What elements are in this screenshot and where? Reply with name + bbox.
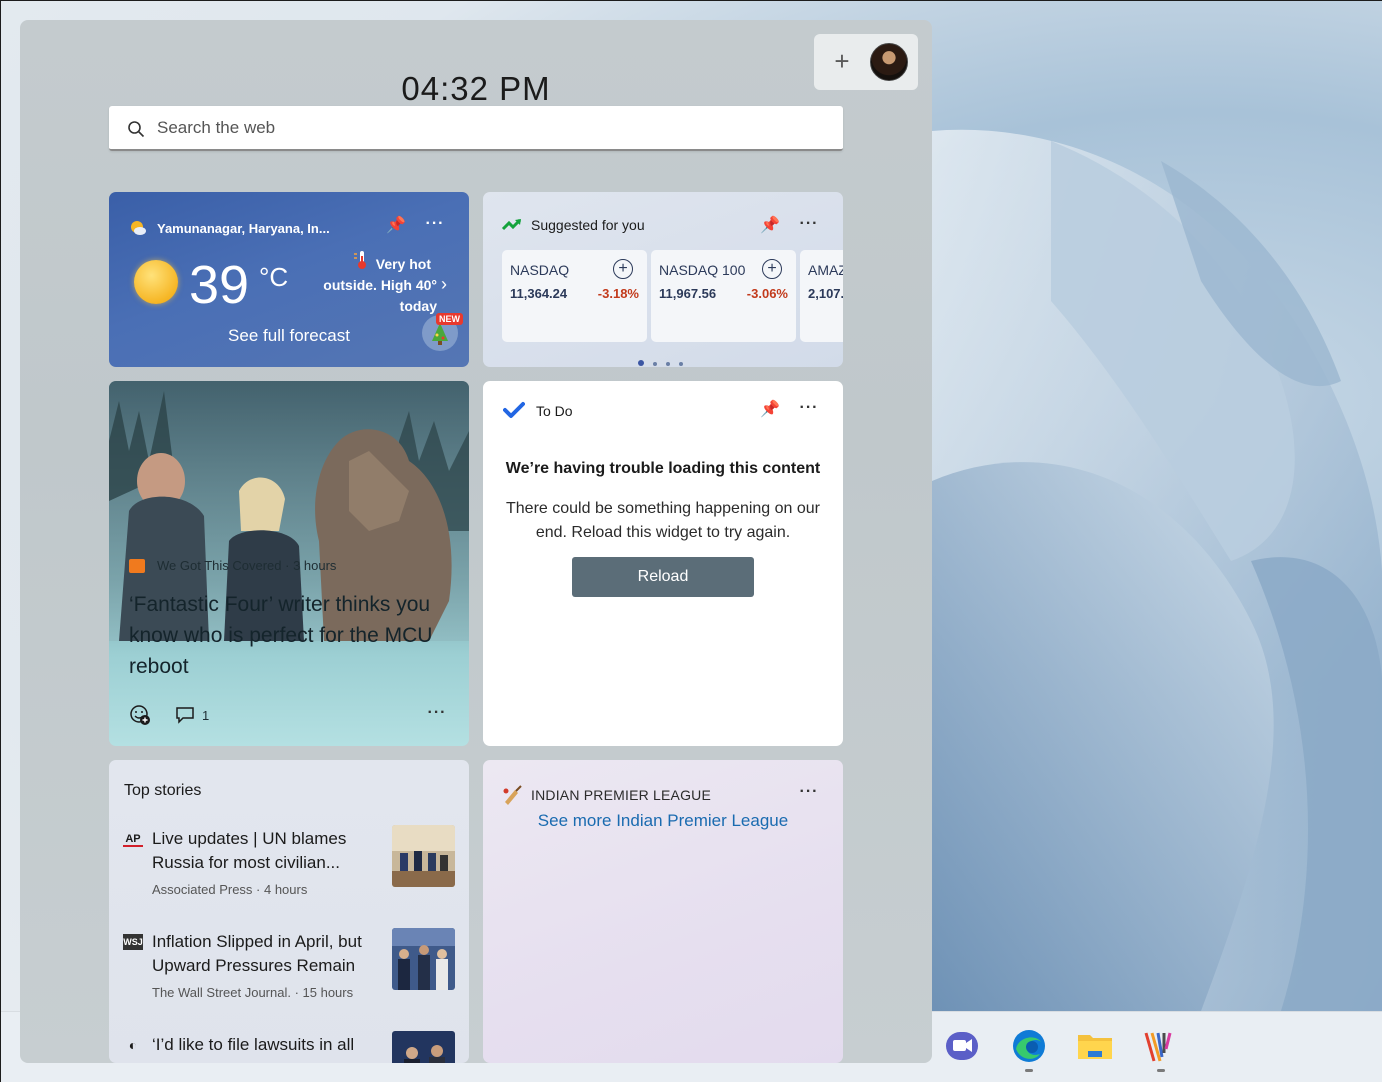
chevron-right-icon[interactable]: › [441,274,447,295]
page-dot[interactable] [666,362,670,366]
cricket-bat-icon [503,785,522,805]
weather-desc-line1: Very hot [375,256,431,272]
story-thumbnail[interactable] [392,928,455,990]
stock-value: 11,364.24 [510,286,568,301]
comment-count: 1 [202,708,210,723]
temperature-unit: °C [259,262,289,292]
stock-value: 11,967.56 [659,286,717,301]
pin-icon[interactable]: 📌 [760,400,780,420]
list-item[interactable]: ◐ ‘I’d like to file lawsuits in all [109,1031,469,1063]
stocks-widget[interactable]: Suggested for you 📌 ··· NASDAQ + 11,364.… [483,192,843,367]
add-widget-button[interactable]: + [828,48,856,76]
temperature: 39 [189,255,250,315]
ipl-title: INDIAN PREMIER LEAGUE [531,787,712,803]
teams-chat-icon[interactable] [943,1027,981,1065]
see-full-forecast-link[interactable]: See full forecast [109,326,469,346]
taskbar-running-indicator [1157,1069,1165,1072]
story-meta: Associated Press · 4 hours [152,882,308,897]
clock: 04:32 PM [401,70,551,107]
stock-tile[interactable]: AMAZ 2,107. [800,250,843,342]
weather-description: Very hot outside. High 40° today [309,254,437,317]
weather-widget[interactable]: Yamunanagar, Haryana, In... 📌 ··· 39 °C … [109,192,469,367]
top-stories-title: Top stories [124,782,202,799]
wsj-logo-icon: WSJ [123,934,143,950]
pin-icon[interactable]: 📌 [386,216,406,236]
story-meta: The Wall Street Journal. · 15 hours [152,985,354,1000]
stock-name: AMAZ [808,262,843,278]
list-item[interactable]: AP Live updates | UN blames Russia for m… [109,825,469,927]
more-options-button[interactable]: ··· [427,703,447,723]
publisher-logo-icon: ◐ [128,1037,138,1053]
news-headline[interactable]: ‘Fantastic Four’ writer thinks you know … [129,589,459,682]
widgets-panel: 04:32 PM + Yamunanagar, Haryana, In... 📌… [20,20,932,1063]
search-icon [128,121,145,138]
weather-desc-line3: today [399,298,437,314]
new-badge: NEW [436,313,463,325]
list-item[interactable]: WSJ Inflation Slipped in April, but Upwa… [109,928,469,1030]
more-options-button[interactable]: ··· [425,214,445,234]
comment-icon[interactable] [175,706,195,724]
stock-tile[interactable]: NASDAQ + 11,364.24 -3.18% [502,250,647,342]
page-dot[interactable] [679,362,683,366]
error-heading: We’re having trouble loading this conten… [505,460,821,477]
publisher-logo [129,559,145,573]
file-explorer-icon[interactable] [1076,1027,1114,1065]
more-options-button[interactable]: ··· [799,782,819,802]
stock-change: -3.18% [597,286,639,301]
app-launcher-icon[interactable] [1142,1027,1180,1065]
ap-logo-icon: AP [123,831,143,847]
search-input[interactable] [157,114,817,142]
taskbar-running-indicator [1025,1069,1033,1072]
todo-title: To Do [536,403,573,419]
partly-sunny-icon [131,221,146,235]
add-stock-icon[interactable]: + [762,259,782,279]
see-more-ipl-link[interactable]: See more Indian Premier League [483,811,843,831]
more-options-button[interactable]: ··· [799,214,819,234]
cricket-widget[interactable]: INDIAN PREMIER LEAGUE ··· See more India… [483,760,843,1063]
error-message: There could be something happening on ou… [506,500,820,541]
todo-widget[interactable]: To Do 📌 ··· We’re having trouble loading… [483,381,843,746]
todo-check-icon [503,402,525,418]
page-dot-active[interactable] [638,360,644,366]
more-options-button[interactable]: ··· [799,398,819,418]
stock-name: NASDAQ 100 [659,262,746,278]
add-stock-icon[interactable]: + [613,259,633,279]
reload-button[interactable]: Reload [572,557,754,597]
story-title[interactable]: ‘I’d like to file lawsuits in all [152,1033,382,1057]
news-widget[interactable]: We Got This Covered · 3 hours ‘Fantastic… [109,381,469,746]
news-source: We Got This Covered · 3 hours [157,558,337,573]
story-thumbnail[interactable] [392,1031,455,1063]
sunny-icon [134,260,178,304]
edge-browser-icon[interactable] [1010,1027,1048,1065]
story-title[interactable]: Live updates | UN blames Russia for most… [152,827,382,875]
stocks-trend-icon [501,218,522,231]
add-reaction-icon[interactable] [129,704,151,726]
story-thumbnail[interactable] [392,825,455,887]
stocks-title: Suggested for you [531,217,645,233]
weather-desc-line2: outside. High 40° [323,277,437,293]
stock-value: 2,107. [808,286,843,301]
weather-location: Yamunanagar, Haryana, In... [157,221,330,236]
avatar[interactable] [870,43,908,81]
stock-tile[interactable]: NASDAQ 100 + 11,967.56 -3.06% [651,250,796,342]
stock-name: NASDAQ [510,262,570,278]
top-stories-widget[interactable]: Top stories AP Live updates | UN blames … [109,760,469,1063]
page-dot[interactable] [653,362,657,366]
top-actions: + [814,34,918,90]
search-bar[interactable] [109,106,843,151]
story-title[interactable]: Inflation Slipped in April, but Upward P… [152,930,382,978]
carousel-page-indicator[interactable] [638,353,692,367]
stock-change: -3.06% [746,286,788,301]
pin-icon[interactable]: 📌 [760,216,780,236]
